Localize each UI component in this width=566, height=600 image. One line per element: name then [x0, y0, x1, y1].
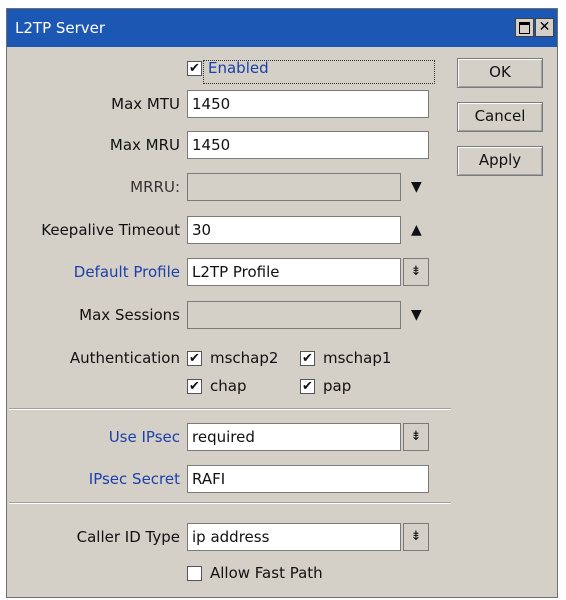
allow-fast-path-label[interactable]: Allow Fast Path: [210, 563, 323, 583]
auth-chap-checkbox[interactable]: ✔: [187, 379, 202, 394]
use-ipsec-label: Use IPsec: [108, 428, 180, 446]
mrru-input: [187, 173, 401, 201]
default-profile-label: Default Profile: [73, 263, 180, 281]
caller-id-type-select[interactable]: ip address: [187, 523, 401, 551]
maximize-icon: [519, 22, 530, 34]
cancel-button[interactable]: Cancel: [457, 102, 543, 132]
authentication-label: Authentication: [69, 349, 180, 367]
auth-pap-label[interactable]: pap: [323, 376, 351, 396]
window-title: L2TP Server: [15, 19, 106, 37]
allow-fast-path-checkbox[interactable]: [187, 566, 202, 581]
max-mru-input[interactable]: 1450: [187, 131, 429, 159]
auth-mschap1-label[interactable]: mschap1: [323, 348, 391, 368]
max-mru-label: Max MRU: [109, 136, 180, 154]
ipsec-secret-label: IPsec Secret: [88, 470, 180, 488]
max-mtu-input[interactable]: 1450: [187, 90, 429, 118]
separator: [9, 502, 451, 504]
max-sessions-input: [187, 301, 401, 329]
use-ipsec-select[interactable]: required: [187, 423, 401, 451]
auth-chap-label[interactable]: chap: [210, 376, 246, 396]
keepalive-timeout-input[interactable]: 30: [187, 216, 401, 244]
apply-button[interactable]: Apply: [457, 146, 543, 176]
auth-mschap2-label[interactable]: mschap2: [210, 348, 278, 368]
ipsec-secret-input[interactable]: RAFI: [187, 465, 429, 493]
enabled-checkbox[interactable]: ✔: [187, 61, 202, 76]
keepalive-collapse-icon[interactable]: ▲: [411, 222, 422, 238]
title-bar[interactable]: L2TP Server ✕: [7, 9, 557, 47]
close-button[interactable]: ✕: [535, 18, 554, 37]
auth-mschap2-checkbox[interactable]: ✔: [187, 351, 202, 366]
default-profile-dropdown-button[interactable]: ⇟: [403, 258, 429, 286]
maximize-button[interactable]: [515, 18, 534, 37]
default-profile-select[interactable]: L2TP Profile: [187, 258, 401, 286]
max-mtu-label: Max MTU: [111, 95, 180, 113]
keepalive-timeout-label: Keepalive Timeout: [41, 221, 180, 239]
close-icon: ✕: [538, 19, 551, 35]
mrru-label: MRRU:: [130, 178, 180, 196]
max-sessions-label: Max Sessions: [79, 306, 180, 324]
auth-pap-checkbox[interactable]: ✔: [300, 379, 315, 394]
enabled-label[interactable]: Enabled: [208, 58, 269, 78]
caller-id-type-dropdown-button[interactable]: ⇟: [403, 523, 429, 551]
separator: [9, 408, 451, 410]
l2tp-server-window: L2TP Server ✕ OK Cancel Apply ✔ Enabled …: [6, 8, 558, 598]
auth-mschap1-checkbox[interactable]: ✔: [300, 351, 315, 366]
use-ipsec-dropdown-button[interactable]: ⇟: [403, 423, 429, 451]
caller-id-type-label: Caller ID Type: [76, 528, 180, 546]
max-sessions-expand-icon[interactable]: ▼: [411, 307, 422, 323]
ok-button[interactable]: OK: [457, 58, 543, 88]
mrru-expand-icon[interactable]: ▼: [411, 179, 422, 195]
